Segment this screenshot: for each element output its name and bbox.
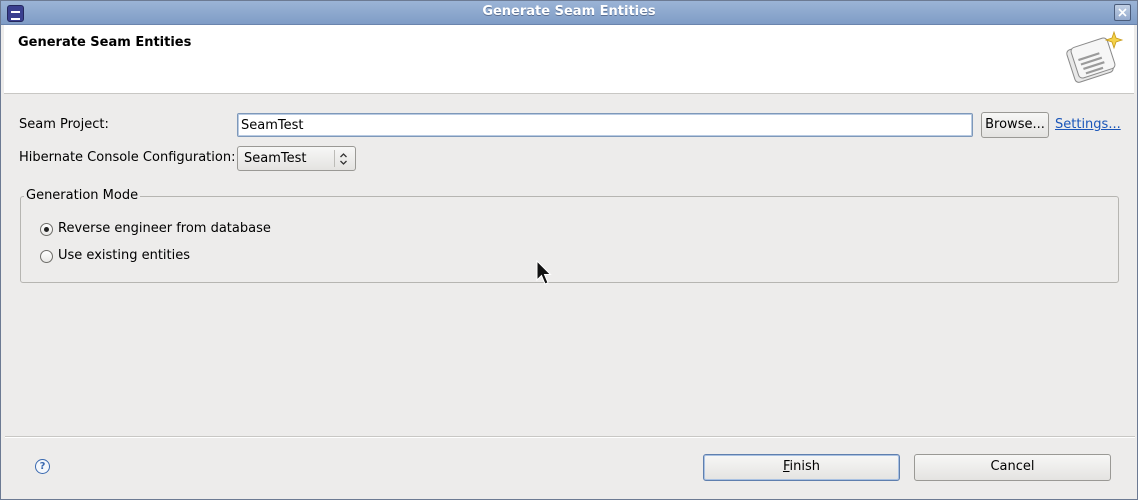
hibernate-config-select[interactable]: SeamTest (237, 146, 356, 171)
seam-project-field-box[interactable] (237, 113, 973, 137)
use-existing-entities-radio[interactable] (40, 250, 53, 263)
use-existing-entities-label[interactable]: Use existing entities (58, 248, 190, 263)
hibernate-config-label: Hibernate Console Configuration: (19, 150, 236, 165)
reverse-engineer-label[interactable]: Reverse engineer from database (58, 221, 271, 236)
settings-link[interactable]: Settings... (1055, 117, 1121, 132)
browse-button[interactable]: Browse... (981, 112, 1049, 138)
combo-separator (334, 150, 335, 167)
wizard-header: Generate Seam Entities (4, 25, 1134, 94)
seam-project-input[interactable] (241, 117, 961, 133)
dialog-window: Generate Seam Entities Generate Seam Ent… (0, 0, 1138, 500)
help-icon[interactable]: ? (35, 459, 50, 474)
reverse-engineer-radio[interactable] (40, 223, 53, 236)
generation-mode-label: Generation Mode (24, 188, 141, 203)
finish-button[interactable]: Finish (703, 454, 900, 481)
title-bar[interactable]: Generate Seam Entities (1, 1, 1137, 25)
generation-mode-group (20, 196, 1119, 283)
close-window-button[interactable] (1114, 4, 1131, 21)
finish-label-rest: inish (789, 459, 821, 474)
wizard-page-title: Generate Seam Entities (18, 35, 192, 50)
close-icon (1118, 8, 1127, 17)
hibernate-config-value: SeamTest (244, 151, 307, 166)
mouse-pointer-icon (536, 260, 552, 285)
window-title: Generate Seam Entities (482, 4, 656, 19)
seam-project-label: Seam Project: (19, 117, 109, 132)
footer-separator (5, 436, 1135, 437)
cancel-button[interactable]: Cancel (914, 454, 1111, 481)
updown-arrows-icon (340, 153, 347, 165)
seam-wizard-banner-icon (1066, 30, 1124, 83)
